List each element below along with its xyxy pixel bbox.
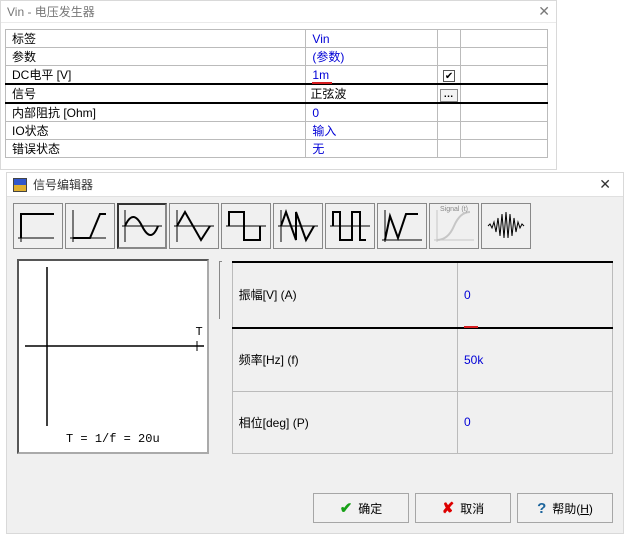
front-window-title: 信号编辑器 — [33, 176, 593, 193]
signal-editor-dialog: 信号编辑器 ✕ — [6, 172, 624, 534]
check-icon: ✔ — [340, 499, 353, 517]
waveform-triangle-button[interactable] — [169, 203, 219, 249]
cell-imp-value[interactable]: 0 — [306, 103, 438, 122]
row-impedance[interactable]: 内部阻抗 [Ohm] 0 — [6, 103, 548, 122]
waveform-square-button[interactable] — [221, 203, 271, 249]
row-phase[interactable]: 相位[deg] (P) 0 — [232, 391, 612, 453]
row-frequency[interactable]: 频率[Hz] (f) 50k — [232, 328, 612, 392]
noise-line-icon — [382, 208, 422, 244]
parameter-grid[interactable]: 标签 Vin 参数 (参数) DC电平 [V] 1m ✔ 信号 正弦波 … — [5, 29, 548, 158]
waveform-noise-line-button[interactable] — [377, 203, 427, 249]
row-amplitude[interactable]: 振幅[V] (A) 0 — [232, 262, 612, 328]
sine-icon — [122, 208, 162, 244]
checkbox-icon[interactable]: ✔ — [443, 70, 455, 82]
question-icon: ? — [537, 500, 546, 517]
waveform-pulse-button[interactable] — [325, 203, 375, 249]
ellipsis-icon: … — [440, 89, 458, 102]
waveform-signal-t-button[interactable]: Signal (t) — [429, 203, 479, 249]
close-icon[interactable]: ✕ — [538, 3, 550, 20]
preview-plot-icon — [19, 261, 210, 436]
phase-label: 相位[deg] (P) — [232, 391, 457, 453]
saw-icon — [278, 208, 318, 244]
signal-browse-button[interactable]: … — [438, 84, 460, 103]
cell-signal-value[interactable]: 正弦波 — [306, 84, 438, 103]
cancel-button[interactable]: ✘ 取消 — [415, 493, 511, 523]
preview-t-marker: T — [196, 325, 203, 339]
cell-io-name: IO状态 — [6, 122, 306, 140]
row-params[interactable]: 参数 (参数) — [6, 48, 548, 66]
frequency-label: 频率[Hz] (f) — [232, 328, 457, 392]
amplitude-label: 振幅[V] (A) — [232, 262, 457, 328]
cell-dc-value[interactable]: 1m — [306, 66, 438, 85]
cell-label-name: 标签 — [6, 30, 306, 48]
voltage-generator-window: Vin - 电压发生器 ✕ 标签 Vin 参数 (参数) DC电平 [V] 1m… — [0, 0, 557, 170]
preview-period-label: T = 1/f = 20u — [19, 432, 207, 446]
cell-err-name: 错误状态 — [6, 140, 306, 158]
waveform-toolbar: Signal (t) — [7, 197, 623, 249]
row-dc-level[interactable]: DC电平 [V] 1m ✔ — [6, 66, 548, 85]
signal-t-icon — [434, 208, 474, 244]
app-icon — [13, 178, 27, 192]
square-icon — [226, 208, 266, 244]
waveform-dc-step-button[interactable] — [13, 203, 63, 249]
row-label[interactable]: 标签 Vin — [6, 30, 548, 48]
ramp-icon — [70, 208, 110, 244]
help-button[interactable]: ? 帮助(H) — [517, 493, 613, 523]
waveform-noise-burst-button[interactable] — [481, 203, 531, 249]
ok-button[interactable]: ✔ 确定 — [313, 493, 409, 523]
pulse-icon — [330, 208, 370, 244]
cell-dc-name: DC电平 [V] — [6, 66, 306, 85]
noise-burst-icon — [486, 208, 526, 244]
front-titlebar: 信号编辑器 ✕ — [7, 173, 623, 197]
waveform-ramp-button[interactable] — [65, 203, 115, 249]
amplitude-value[interactable]: 0 — [457, 262, 612, 328]
dc-checkbox-cell[interactable]: ✔ — [438, 66, 460, 85]
waveform-preview: T T = 1/f = 20u — [17, 259, 209, 454]
row-io-state[interactable]: IO状态 输入 — [6, 122, 548, 140]
cell-label-value[interactable]: Vin — [306, 30, 438, 48]
x-icon: ✘ — [442, 499, 455, 517]
dialog-button-bar: ✔ 确定 ✘ 取消 ? 帮助(H) — [313, 493, 613, 523]
back-titlebar: Vin - 电压发生器 ✕ — [1, 1, 556, 23]
row-err-state[interactable]: 错误状态 无 — [6, 140, 548, 158]
frequency-value[interactable]: 50k — [457, 328, 612, 392]
cell-err-value[interactable]: 无 — [306, 140, 438, 158]
triangle-icon — [174, 208, 214, 244]
cell-imp-name: 内部阻抗 [Ohm] — [6, 103, 306, 122]
help-button-label: 帮助(H) — [552, 500, 593, 517]
phase-value[interactable]: 0 — [457, 391, 612, 453]
cell-signal-name: 信号 — [6, 84, 306, 103]
cancel-button-label: 取消 — [460, 500, 484, 517]
signal-param-grid[interactable]: 振幅[V] (A) 0 频率[Hz] (f) 50k 相位[deg] (P) 0 — [232, 261, 613, 454]
ok-button-label: 确定 — [358, 500, 382, 517]
cell-io-value[interactable]: 输入 — [306, 122, 438, 140]
cell-params-value[interactable]: (参数) — [306, 48, 438, 66]
dc-step-icon — [18, 208, 58, 244]
back-window-title: Vin - 电压发生器 — [7, 3, 550, 20]
close-icon[interactable]: ✕ — [593, 176, 617, 193]
waveform-sine-button[interactable] — [117, 203, 167, 249]
row-signal[interactable]: 信号 正弦波 … — [6, 84, 548, 103]
waveform-saw-button[interactable] — [273, 203, 323, 249]
cell-params-name: 参数 — [6, 48, 306, 66]
